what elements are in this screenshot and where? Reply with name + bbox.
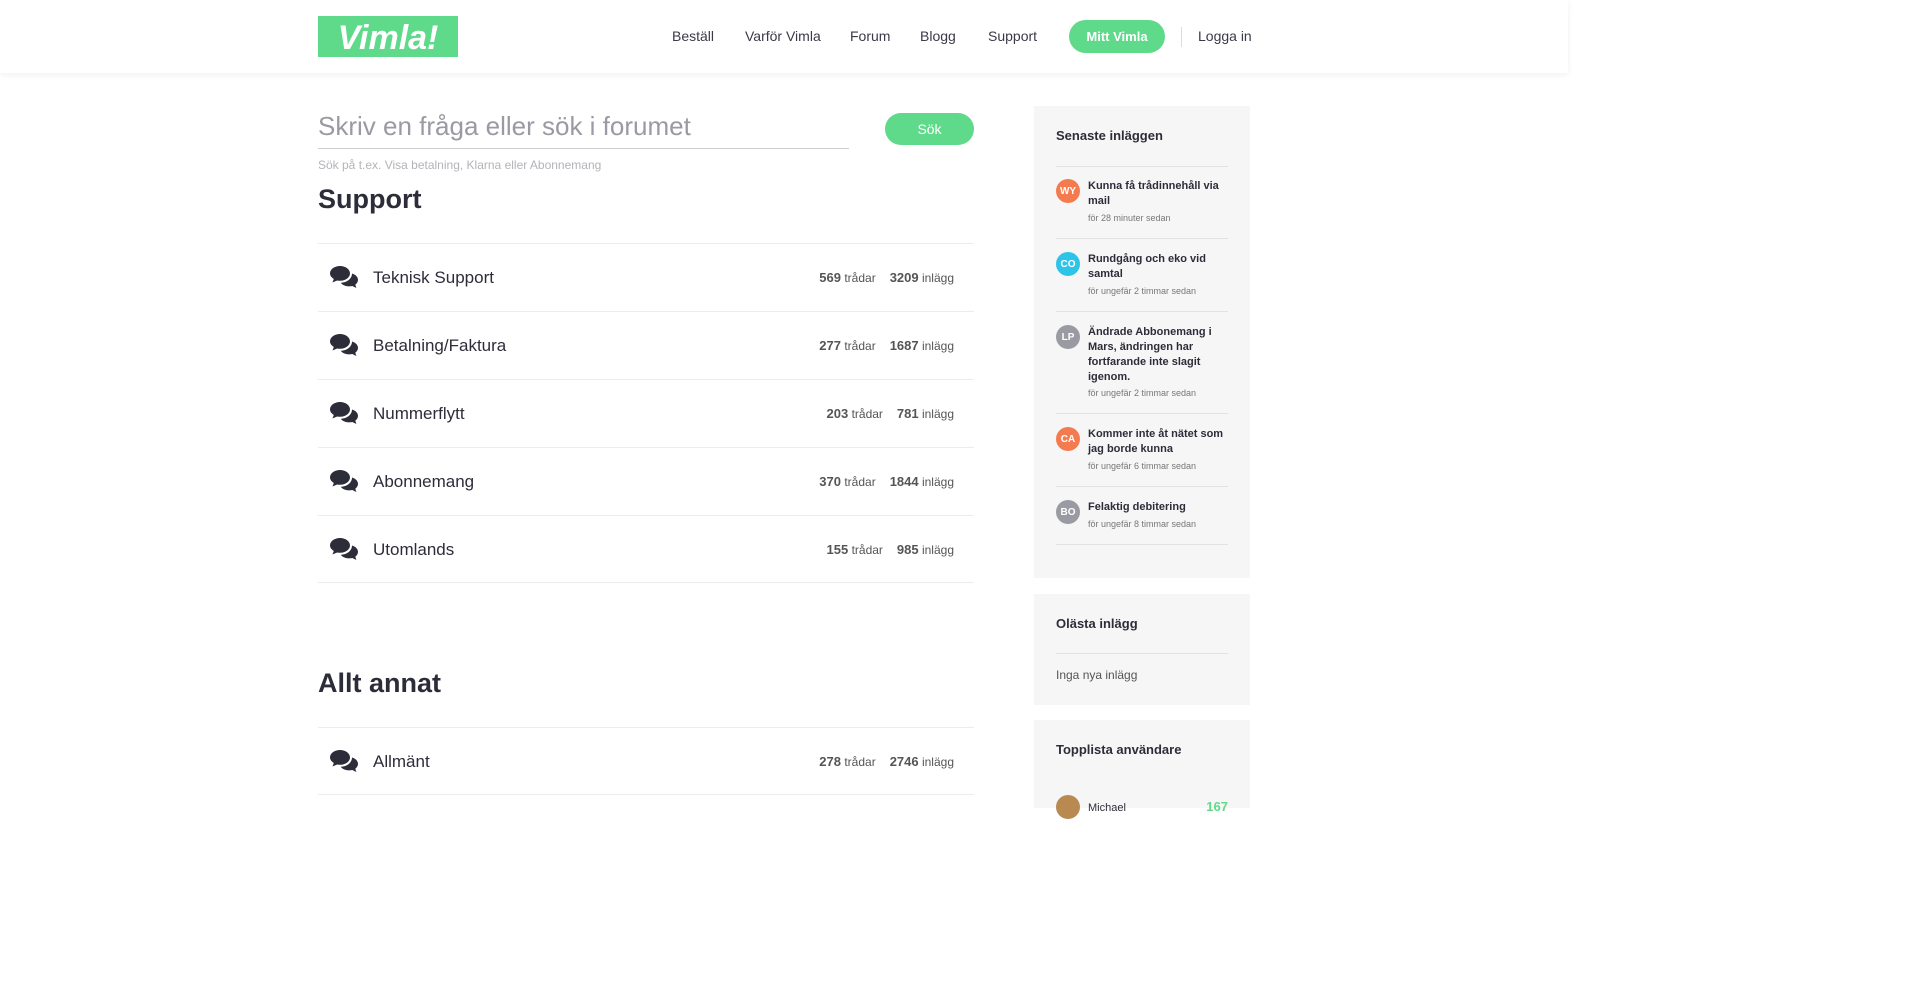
search-hint: Sök på t.ex. Visa betalning, Klarna elle… xyxy=(318,158,602,172)
divider xyxy=(1056,311,1228,312)
post-time: för ungefär 2 timmar sedan xyxy=(1088,286,1197,296)
forum-name[interactable]: Teknisk Support xyxy=(373,268,494,288)
chat-bubbles-icon xyxy=(330,538,358,560)
post-time: för ungefär 2 timmar sedan xyxy=(1088,388,1197,398)
vimla-logo[interactable]: Vimla! xyxy=(318,16,458,57)
unread-posts-title: Olästa inlägg xyxy=(1056,616,1138,631)
forum-stats: 203 trådar 781 inlägg xyxy=(826,406,954,421)
avatar: LP xyxy=(1056,325,1080,349)
latest-posts-card: Senaste inläggen WY Kunna få trådinnehål… xyxy=(1034,106,1250,578)
forum-row[interactable]: Abonnemang 370 trådar 1844 inlägg xyxy=(318,447,974,515)
chat-bubbles-icon xyxy=(330,750,358,772)
chat-bubbles-icon xyxy=(330,266,358,288)
chat-bubbles-icon xyxy=(330,402,358,424)
toplist-user-score: 167 xyxy=(1206,799,1228,814)
divider xyxy=(1056,486,1228,487)
divider xyxy=(1056,653,1228,654)
latest-posts-title: Senaste inläggen xyxy=(1056,128,1163,143)
post-title[interactable]: Ändrade Abbonemang i Mars, ändringen har… xyxy=(1088,325,1230,385)
avatar: WY xyxy=(1056,179,1080,203)
forum-stats: 569 trådar 3209 inlägg xyxy=(819,270,954,285)
section-title-allt-annat: Allt annat xyxy=(318,668,442,698)
nav-varfor-vimla[interactable]: Varför Vimla xyxy=(745,20,821,53)
nav-divider xyxy=(1181,27,1182,47)
post-time: för ungefär 6 timmar sedan xyxy=(1088,461,1197,471)
post-title[interactable]: Kunna få trådinnehåll via mail xyxy=(1088,179,1230,209)
top-bar: Vimla! Beställ Varför Vimla Forum Blogg … xyxy=(0,0,1568,73)
post-title[interactable]: Rundgång och eko vid samtal xyxy=(1088,252,1230,282)
post-title[interactable]: Felaktig debitering xyxy=(1088,500,1230,515)
forum-row[interactable]: Teknisk Support 569 trådar 3209 inlägg xyxy=(318,243,974,311)
avatar: CA xyxy=(1056,427,1080,451)
post-time: för 28 minuter sedan xyxy=(1088,213,1171,223)
toplist-user[interactable]: Michael 167 xyxy=(1056,795,1228,819)
forum-stats: 277 trådar 1687 inlägg xyxy=(819,338,954,353)
divider xyxy=(1056,166,1228,167)
forum-stats: 155 trådar 985 inlägg xyxy=(826,542,954,557)
login-link[interactable]: Logga in xyxy=(1198,20,1252,53)
forum-name[interactable]: Nummerflytt xyxy=(373,404,465,424)
forum-row[interactable]: Nummerflytt 203 trådar 781 inlägg xyxy=(318,379,974,447)
toplist-card: Topplista användare Michael 167 xyxy=(1034,720,1250,819)
forum-name[interactable]: Betalning/Faktura xyxy=(373,336,506,356)
nav-support[interactable]: Support xyxy=(988,20,1037,53)
section-title-support: Support xyxy=(318,184,422,214)
unread-posts-card: Olästa inlägg Inga nya inlägg xyxy=(1034,594,1250,705)
chat-bubbles-icon xyxy=(330,334,358,356)
divider xyxy=(1056,544,1228,545)
mitt-vimla-button[interactable]: Mitt Vimla xyxy=(1069,20,1165,53)
search-button[interactable]: Sök xyxy=(885,113,974,145)
forum-row[interactable]: Utomlands 155 trådar 985 inlägg xyxy=(318,515,974,583)
nav-bestall[interactable]: Beställ xyxy=(672,20,714,53)
post-time: för ungefär 8 timmar sedan xyxy=(1088,519,1197,529)
forum-name[interactable]: Abonnemang xyxy=(373,472,474,492)
avatar: BO xyxy=(1056,500,1080,524)
divider xyxy=(1056,413,1228,414)
forum-name[interactable]: Allmänt xyxy=(373,752,430,772)
forum-stats: 278 trådar 2746 inlägg xyxy=(819,754,954,769)
forum-stats: 370 trådar 1844 inlägg xyxy=(819,474,954,489)
nav-forum[interactable]: Forum xyxy=(850,20,890,53)
unread-empty-text: Inga nya inlägg xyxy=(1056,668,1138,682)
forum-row[interactable]: Betalning/Faktura 277 trådar 1687 inlägg xyxy=(318,311,974,379)
toplist-title: Topplista användare xyxy=(1056,742,1182,757)
forum-row[interactable]: Allmänt 278 trådar 2746 inlägg xyxy=(318,727,974,795)
toplist-user-name[interactable]: Michael xyxy=(1088,802,1126,814)
svg-text:Vimla!: Vimla! xyxy=(338,19,439,57)
nav-blogg[interactable]: Blogg xyxy=(920,20,956,53)
post-title[interactable]: Kommer inte åt nätet som jag borde kunna xyxy=(1088,427,1230,457)
chat-bubbles-icon xyxy=(330,470,358,492)
avatar: CO xyxy=(1056,252,1080,276)
forum-name[interactable]: Utomlands xyxy=(373,540,454,560)
avatar xyxy=(1056,795,1080,819)
divider xyxy=(1056,238,1228,239)
forum-search-input[interactable] xyxy=(318,104,849,149)
